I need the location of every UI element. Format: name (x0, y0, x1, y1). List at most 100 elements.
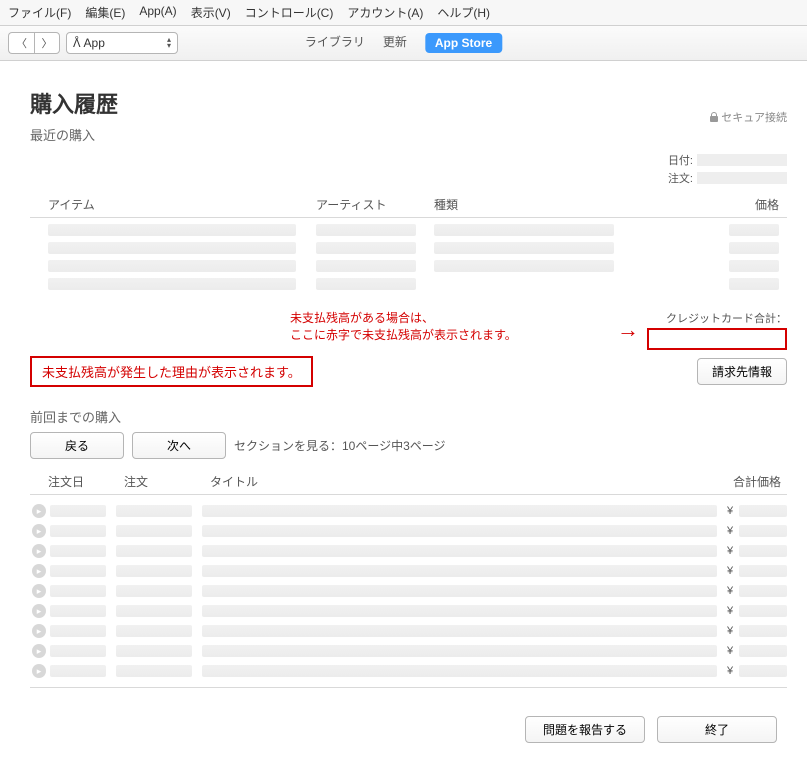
tab-store[interactable]: App Store (425, 33, 502, 53)
toolbar: 〈 〉 ᐰ App ▴▾ ライブラリ 更新 App Store (0, 26, 807, 61)
tab-updates[interactable]: 更新 (383, 33, 407, 53)
yen-symbol: ¥ (727, 545, 739, 557)
order-id-value (697, 172, 787, 184)
item-row (48, 278, 787, 290)
lock-icon (710, 112, 718, 122)
annotation-reason: 未支払残高が発生した理由が表示されます。 (30, 356, 313, 387)
item-name (48, 242, 296, 254)
col-kind: 種類 (434, 196, 634, 213)
expand-icon[interactable]: ▸ (32, 644, 46, 658)
col-artist: アーティスト (316, 196, 434, 213)
expand-icon[interactable]: ▸ (32, 624, 46, 638)
expand-icon[interactable]: ▸ (32, 604, 46, 618)
order-title (202, 505, 717, 517)
chevron-updown-icon: ▴▾ (167, 37, 171, 49)
menu-help[interactable]: ヘルプ(H) (437, 4, 490, 21)
order-id (116, 585, 192, 597)
order-row[interactable]: ▸¥ (30, 521, 787, 541)
order-date (50, 565, 106, 577)
chevron-left-icon: 〈 (16, 35, 27, 51)
order-date-label: 日付: (668, 152, 693, 168)
order-id (116, 545, 192, 557)
item-artist (316, 224, 416, 236)
yen-symbol: ¥ (727, 665, 739, 677)
item-artist (316, 260, 416, 272)
report-problem-button[interactable]: 問題を報告する (525, 716, 645, 743)
menu-edit[interactable]: 編集(E) (85, 4, 125, 21)
order-date (50, 625, 106, 637)
order-id (116, 665, 192, 677)
order-row[interactable]: ▸¥ (30, 621, 787, 641)
expand-icon[interactable]: ▸ (32, 564, 46, 578)
forward-button[interactable]: 〉 (34, 32, 60, 54)
expand-icon[interactable]: ▸ (32, 544, 46, 558)
item-name (48, 260, 296, 272)
credit-card-total-value (647, 328, 787, 350)
order-date (50, 525, 106, 537)
item-row (48, 242, 787, 254)
yen-symbol: ¥ (727, 505, 739, 517)
order-title (202, 665, 717, 677)
menu-control[interactable]: コントロール(C) (245, 4, 334, 21)
menu-view[interactable]: 表示(V) (191, 4, 231, 21)
order-row[interactable]: ▸¥ (30, 581, 787, 601)
annotation-line1: 未支払残高がある場合は、 (290, 310, 613, 327)
menu-app[interactable]: App(A) (139, 4, 176, 21)
order-row[interactable]: ▸¥ (30, 561, 787, 581)
order-id (116, 565, 192, 577)
order-title (202, 585, 717, 597)
order-meta: 日付: 注文: (30, 152, 787, 186)
order-row[interactable]: ▸¥ (30, 641, 787, 661)
previous-purchases-label: 前回までの購入 (30, 407, 787, 426)
item-price (729, 242, 779, 254)
next-page-button[interactable]: 次へ (132, 432, 226, 459)
billing-info-button[interactable]: 請求先情報 (697, 358, 787, 385)
tab-library[interactable]: ライブラリ (305, 33, 365, 53)
menu-file[interactable]: ファイル(F) (8, 4, 71, 21)
item-kind (434, 224, 614, 236)
category-select[interactable]: ᐰ App ▴▾ (66, 32, 178, 54)
order-id (116, 605, 192, 617)
order-row[interactable]: ▸¥ (30, 661, 787, 681)
items-header: アイテム アーティスト 種類 価格 (30, 192, 787, 218)
order-title (202, 625, 717, 637)
expand-icon[interactable]: ▸ (32, 524, 46, 538)
menu-bar: ファイル(F) 編集(E) App(A) 表示(V) コントロール(C) アカウ… (0, 0, 807, 26)
pagination-text: セクションを見る：10ページ中3ページ (234, 437, 446, 454)
prev-page-button[interactable]: 戻る (30, 432, 124, 459)
col-order-id: 注文 (124, 473, 210, 490)
content: 購入履歴 セキュア接続 最近の購入 日付: 注文: アイテム アーティスト 種類… (0, 61, 807, 700)
page-title: 購入履歴 (30, 87, 118, 119)
footer-buttons: 問題を報告する 終了 (0, 700, 807, 763)
order-date (50, 585, 106, 597)
col-price: 価格 (634, 196, 787, 213)
order-date (50, 645, 106, 657)
order-row[interactable]: ▸¥ (30, 501, 787, 521)
yen-symbol: ¥ (727, 605, 739, 617)
item-price (729, 278, 779, 290)
credit-row: 未支払残高がある場合は、 ここに赤字で未支払残高が表示されます。 → クレジット… (30, 310, 787, 350)
back-button[interactable]: 〈 (8, 32, 34, 54)
menu-account[interactable]: アカウント(A) (347, 4, 423, 21)
order-total (739, 625, 787, 637)
items-body (30, 218, 787, 306)
order-title (202, 545, 717, 557)
expand-icon[interactable]: ▸ (32, 504, 46, 518)
order-date-value (697, 154, 787, 166)
expand-icon[interactable]: ▸ (32, 584, 46, 598)
item-artist (316, 242, 416, 254)
order-row[interactable]: ▸¥ (30, 601, 787, 621)
done-button[interactable]: 終了 (657, 716, 777, 743)
expand-icon[interactable]: ▸ (32, 664, 46, 678)
order-total (739, 525, 787, 537)
secure-label: セキュア接続 (721, 109, 787, 125)
arrow-right-icon: → (617, 317, 639, 343)
nav-buttons: 〈 〉 (8, 32, 60, 54)
yen-symbol: ¥ (727, 565, 739, 577)
yen-symbol: ¥ (727, 625, 739, 637)
order-row[interactable]: ▸¥ (30, 541, 787, 561)
orders-body: ▸¥▸¥▸¥▸¥▸¥▸¥▸¥▸¥▸¥ (30, 495, 787, 688)
order-title (202, 565, 717, 577)
category-label: App (84, 36, 105, 50)
annotation-balance: 未支払残高がある場合は、 ここに赤字で未支払残高が表示されます。 (30, 310, 613, 344)
